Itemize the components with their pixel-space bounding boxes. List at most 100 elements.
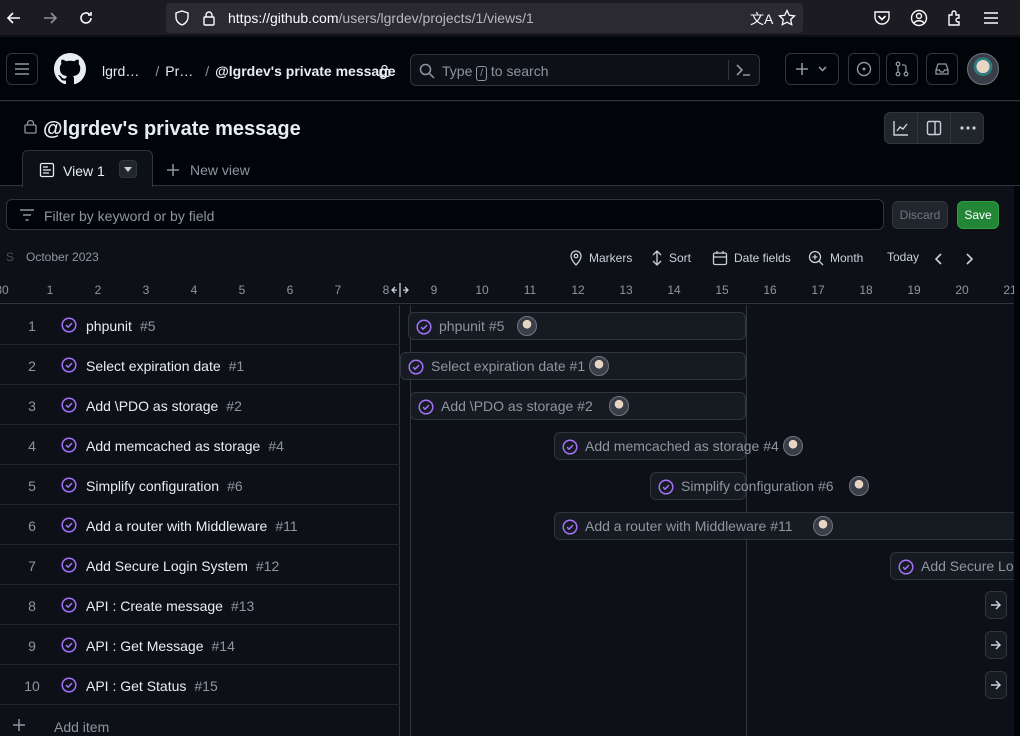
issue-title: Add \PDO as storage — [86, 398, 219, 414]
timeline-bar[interactable]: Add a router with Middleware #11 — [554, 512, 1020, 540]
row-number: 1 — [28, 318, 36, 334]
day-label: 6 — [286, 283, 294, 297]
row-number: 3 — [28, 398, 36, 414]
discard-button[interactable]: Discard — [892, 201, 948, 229]
day-label: 1 — [46, 283, 54, 297]
table-row[interactable]: 3 Add \PDO as storage #2 — [0, 385, 400, 425]
breadcrumb-project[interactable]: @lgrdev's private message — [215, 63, 395, 79]
table-row[interactable]: 4 Add memcached as storage #4 — [0, 425, 400, 465]
sort-button[interactable]: Sort — [651, 250, 691, 266]
table-row[interactable]: 2 Select expiration date #1 — [0, 345, 400, 385]
issue-number: #15 — [194, 678, 218, 694]
filter-input[interactable]: Filter by keyword or by field — [6, 199, 884, 230]
issue-number: #13 — [230, 598, 255, 614]
row-title[interactable]: Add \PDO as storage #2 — [86, 398, 242, 414]
table-row[interactable]: 6 Add a router with Middleware #11 — [0, 505, 400, 545]
row-number: 2 — [28, 358, 36, 374]
breadcrumb-separator: / — [155, 63, 160, 79]
extensions-icon[interactable] — [943, 6, 967, 30]
table-row[interactable]: 9 API : Get Message #14 — [0, 625, 400, 665]
back-icon[interactable] — [2, 6, 26, 30]
chevron-left-icon — [934, 253, 942, 265]
table-row[interactable]: 10 API : Get Status #15 — [0, 665, 400, 705]
translate-icon[interactable]: 文A — [750, 9, 773, 29]
forward-icon[interactable] — [38, 6, 62, 30]
pull-request-icon — [895, 61, 909, 77]
day-label: 13 — [619, 283, 633, 297]
url-text[interactable]: https://github.com/users/lgrdev/projects… — [228, 10, 534, 26]
insights-button[interactable] — [885, 113, 918, 143]
row-title[interactable]: Select expiration date #1 — [86, 358, 244, 374]
timeline-bar[interactable]: Add memcached as storage #4 — [554, 432, 803, 460]
today-button[interactable]: Today — [887, 250, 919, 264]
assignee-avatar — [783, 436, 803, 456]
search-input[interactable]: Type / to search — [410, 54, 760, 86]
day-label: 16 — [763, 283, 777, 297]
more-options-button[interactable] — [951, 113, 984, 143]
account-icon[interactable] — [907, 6, 931, 30]
add-item-row[interactable]: Add item — [0, 705, 400, 736]
date-fields-button[interactable]: Date fields — [712, 250, 791, 266]
pocket-icon[interactable] — [870, 6, 894, 30]
scroll-to-item-button[interactable] — [985, 631, 1007, 659]
scroll-to-item-button[interactable] — [985, 671, 1007, 699]
row-title[interactable]: API : Create message #13 — [86, 598, 254, 614]
table-row[interactable]: 5 Simplify configuration #6 — [0, 465, 400, 505]
command-palette-icon[interactable] — [735, 63, 751, 77]
view-options-button[interactable] — [119, 160, 137, 178]
user-avatar[interactable] — [967, 53, 999, 85]
row-title[interactable]: Add a router with Middleware #11 — [86, 518, 298, 534]
search-key-hint: / — [476, 66, 488, 81]
timeline-bar[interactable]: Add \PDO as storage #2 — [410, 392, 746, 420]
row-title[interactable]: API : Get Status #15 — [86, 678, 218, 694]
issue-closed-icon — [61, 637, 77, 653]
menu-icon[interactable] — [979, 6, 1003, 30]
row-title[interactable]: Add Secure Login System #12 — [86, 558, 279, 574]
previous-period-button[interactable] — [934, 253, 944, 265]
table-row[interactable]: 8 API : Create message #13 — [0, 585, 400, 625]
row-title[interactable]: Simplify configuration #6 — [86, 478, 243, 494]
issue-closed-icon — [61, 557, 77, 573]
reload-icon[interactable] — [74, 6, 98, 30]
breadcrumb-owner[interactable]: lgrd… — [102, 63, 139, 79]
row-title[interactable]: API : Get Message #14 — [86, 638, 235, 654]
save-button[interactable]: Save — [957, 201, 999, 229]
lock-icon[interactable] — [202, 10, 216, 26]
github-logo-icon[interactable] — [54, 53, 86, 85]
day-label: 15 — [715, 283, 729, 297]
new-view-button[interactable]: New view — [166, 162, 250, 178]
row-title[interactable]: phpunit #5 — [86, 318, 156, 334]
table-row[interactable]: 7 Add Secure Login System #12 — [0, 545, 400, 585]
bar-label: Add memcached as storage #4 — [585, 438, 779, 454]
day-label: 7 — [334, 283, 342, 297]
assignee-avatar — [517, 316, 537, 336]
inbox-button[interactable] — [926, 53, 958, 85]
create-new-button[interactable] — [785, 53, 839, 85]
table-row[interactable]: 1 phpunit #5 — [0, 305, 400, 345]
timeline-bar[interactable]: Simplify configuration #6 — [650, 472, 869, 500]
issues-button[interactable] — [848, 53, 880, 85]
side-panel-button[interactable] — [918, 113, 951, 143]
sort-label: Sort — [669, 251, 692, 265]
day-label: 9 — [430, 283, 438, 297]
scroll-to-item-button[interactable] — [985, 591, 1007, 619]
column-resize-icon[interactable] — [391, 282, 409, 298]
issue-number: #11 — [275, 518, 298, 534]
zoom-in-icon — [808, 250, 824, 266]
timeline-bar[interactable]: Select expiration date #1 — [400, 352, 746, 380]
project-actions-group — [884, 112, 984, 144]
zoom-level-button[interactable]: Month — [808, 250, 863, 266]
breadcrumb-projects[interactable]: Pr… — [165, 63, 193, 79]
tab-view-1[interactable]: View 1 — [22, 150, 153, 187]
url-bar[interactable]: https://github.com/users/lgrdev/projects… — [166, 3, 803, 33]
shield-icon[interactable] — [174, 10, 190, 26]
timeline-bar[interactable]: phpunit #5 — [408, 312, 746, 340]
row-title[interactable]: Add memcached as storage #4 — [86, 438, 284, 454]
markers-button[interactable]: Markers — [569, 250, 632, 266]
next-period-button[interactable] — [964, 253, 974, 265]
issue-number: #2 — [226, 398, 242, 414]
pull-requests-button[interactable] — [886, 53, 918, 85]
bookmark-star-icon[interactable] — [778, 9, 796, 27]
timeline-bar[interactable]: Add Secure Log — [890, 552, 1020, 580]
hamburger-button[interactable] — [6, 53, 38, 85]
